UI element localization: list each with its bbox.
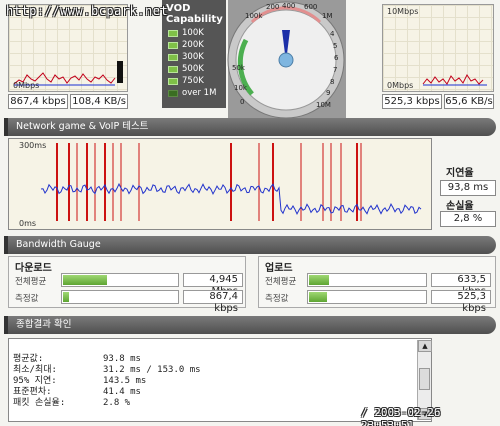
vod-indicator-icon — [168, 65, 178, 73]
download-gauge-title: 다운로드 — [15, 263, 52, 274]
speed-gauge: 100k 200 400 600 1M 4 5 6 7 8 9 10M 50k … — [222, 0, 352, 130]
vod-indicator-icon — [168, 41, 178, 49]
gauge-label-7: 7 — [333, 66, 337, 74]
summary-line-value: 2.8 % — [103, 398, 131, 408]
gauge-label-50k: 50k — [232, 64, 246, 72]
upload-speed-value: 525,3 kbps — [382, 94, 442, 109]
vod-title-line2: Capability — [166, 14, 223, 25]
vod-item: 100K — [162, 27, 226, 39]
network-section-header: Network game & VoIP 테스트 — [4, 118, 496, 136]
download-mini-plot — [13, 72, 116, 86]
speed-test-window: http://www.bcpark.net 0Mbps 867,4 kbps 1… — [0, 0, 500, 426]
upload-avg-label: 전체평균 — [265, 277, 297, 287]
download-avg-bar — [61, 273, 179, 287]
upload-current-bar — [307, 290, 427, 304]
vod-item: over 1M — [162, 87, 226, 99]
vod-item-label: over 1M — [182, 88, 217, 98]
vod-indicator-icon — [168, 89, 178, 97]
vod-item: 300K — [162, 51, 226, 63]
upload-current-value: 525,3 kbps — [431, 290, 491, 314]
upload-avg-bar — [307, 273, 427, 287]
vod-indicator-icon — [168, 29, 178, 37]
vod-title-line1: VOD — [166, 3, 191, 14]
gauge-label-4: 4 — [330, 30, 335, 38]
upload-gauge-group: 업로드 전체평균 633,5 kbps 측정값 525,3 kbps — [258, 256, 496, 314]
scroll-thumb[interactable] — [419, 368, 430, 390]
gauge-label-400: 400 — [282, 2, 295, 10]
loss-value: 2,8 % — [440, 211, 496, 227]
vod-indicator-icon — [168, 53, 178, 61]
gauge-label-9: 9 — [326, 89, 330, 97]
bandwidth-section-header: Bandwidth Gauge — [4, 236, 496, 254]
upload-chart-max-label: 10Mbps — [387, 7, 419, 16]
gauge-label-6: 6 — [334, 54, 339, 62]
vod-item-label: 200K — [182, 40, 204, 50]
gauge-label-200: 200 — [266, 3, 279, 11]
download-avg-value: 4,945 Mbps — [183, 273, 243, 297]
summary-section-header: 종합결과 확인 — [4, 316, 496, 334]
gauge-label-100k: 100k — [245, 12, 263, 20]
download-current-value: 867,4 kbps — [183, 290, 243, 314]
upload-rate-value: 65,6 KB/s — [444, 94, 494, 109]
summary-line-key: 패킷 손실율: — [13, 398, 66, 408]
gauge-label-5: 5 — [333, 42, 337, 50]
download-avg-label: 전체평균 — [15, 277, 47, 287]
gauge-label-600: 600 — [304, 3, 317, 11]
scroll-up-button[interactable]: ▲ — [418, 340, 432, 352]
upload-mini-plot — [422, 74, 487, 86]
download-current-label: 측정값 — [15, 294, 39, 304]
vod-item-label: 300K — [182, 52, 204, 62]
network-latency-chart: 300ms 0ms — [8, 138, 432, 230]
latency-label: 지연율 — [446, 168, 474, 179]
loss-label: 손실율 — [446, 201, 474, 212]
vod-item: 200K — [162, 39, 226, 51]
vod-indicator-icon — [168, 77, 178, 85]
latency-axis-min: 0ms — [19, 219, 37, 228]
upload-gauge-title: 업로드 — [265, 263, 293, 274]
gauge-label-1m: 1M — [322, 12, 333, 20]
vod-item-label: 100K — [182, 28, 204, 38]
timestamp: / 2003-02-26 23:53:51 — [361, 406, 441, 426]
gauge-label-0: 0 — [240, 98, 244, 106]
download-speed-value: 867,4 kbps — [8, 94, 68, 109]
upload-mini-chart: 10Mbps 0Mbps — [382, 4, 494, 92]
upload-chart-min-label: 0Mbps — [387, 81, 414, 90]
upload-avg-value: 633,5 kbps — [431, 273, 491, 297]
latency-axis-max: 300ms — [19, 141, 47, 150]
summary-line: 패킷 손실율: 2.8 % — [13, 395, 130, 408]
gauge-label-10k: 10k — [234, 84, 248, 92]
gauge-label-8: 8 — [330, 78, 334, 86]
watermark: http://www.bcpark.net — [6, 4, 169, 18]
download-chart-min-label: 0Mbps — [13, 81, 40, 90]
latency-plot — [40, 143, 422, 221]
vod-item-label: 750K — [182, 76, 204, 86]
download-current-bar — [61, 290, 179, 304]
vod-item: 750K — [162, 75, 226, 87]
upload-current-label: 측정값 — [265, 294, 289, 304]
vod-item-label: 500K — [182, 64, 204, 74]
vod-item: 500K — [162, 63, 226, 75]
vod-capability-panel: VOD Capability 100K 200K 300K 500K 750K over 1… — [162, 0, 226, 108]
download-gauge-group: 다운로드 전체평균 4,945 Mbps 측정값 867,4 kbps — [8, 256, 246, 314]
download-rate-value: 108,4 KB/s — [70, 94, 128, 109]
gauge-label-10m: 10M — [316, 101, 331, 109]
latency-value: 93,8 ms — [440, 180, 496, 196]
